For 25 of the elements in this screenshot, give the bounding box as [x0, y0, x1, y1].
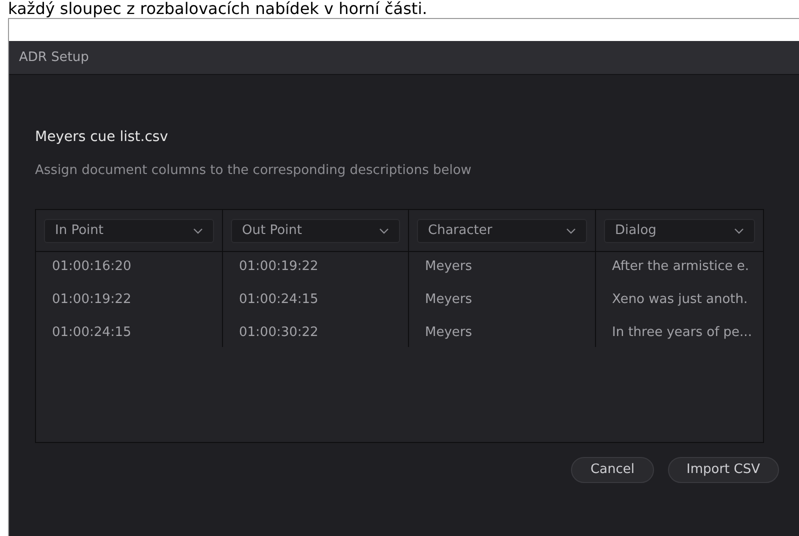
- window-title: ADR Setup: [19, 48, 89, 67]
- table-cell-text: Meyers: [425, 324, 474, 342]
- column-dropdown[interactable]: Out Point: [231, 218, 400, 242]
- table-cell-text: 01:00:16:20: [52, 258, 132, 276]
- table-cell-text: 01:00:19:22: [52, 291, 132, 309]
- table-cell-text: Meyers: [425, 258, 474, 276]
- column-dropdown[interactable]: In Point: [44, 218, 214, 242]
- chevron-down-icon: [734, 228, 744, 234]
- instruction-text: Assign document columns to the corresponding descriptions below: [35, 162, 472, 180]
- caption-text: každý sloupec z rozbalovacích nabídek v horní části.: [7, 0, 428, 18]
- file-name: Meyers cue list.csv: [35, 128, 170, 147]
- table-cell-text: 01:00:30:22: [239, 324, 320, 342]
- table-cell-text: 01:00:19:22: [239, 258, 320, 276]
- chevron-down-icon: [379, 228, 389, 234]
- dialog-button[interactable]: Cancel: [571, 457, 654, 483]
- dialog-button[interactable]: Import CSV: [668, 457, 779, 483]
- column-dropdown[interactable]: Character: [417, 218, 587, 242]
- chevron-down-icon: [566, 228, 576, 234]
- table-cell-text: After the armistice e.: [612, 258, 747, 276]
- column-dropdown[interactable]: Dialog: [604, 218, 755, 242]
- chevron-down-icon: [193, 228, 203, 234]
- table-cell-text: 01:00:24:15: [239, 291, 320, 309]
- table-cell-text: Meyers: [425, 291, 474, 309]
- table-cell-text: 01:00:24:15: [52, 324, 132, 342]
- table-cell-text: Xeno was just anoth.: [612, 291, 747, 309]
